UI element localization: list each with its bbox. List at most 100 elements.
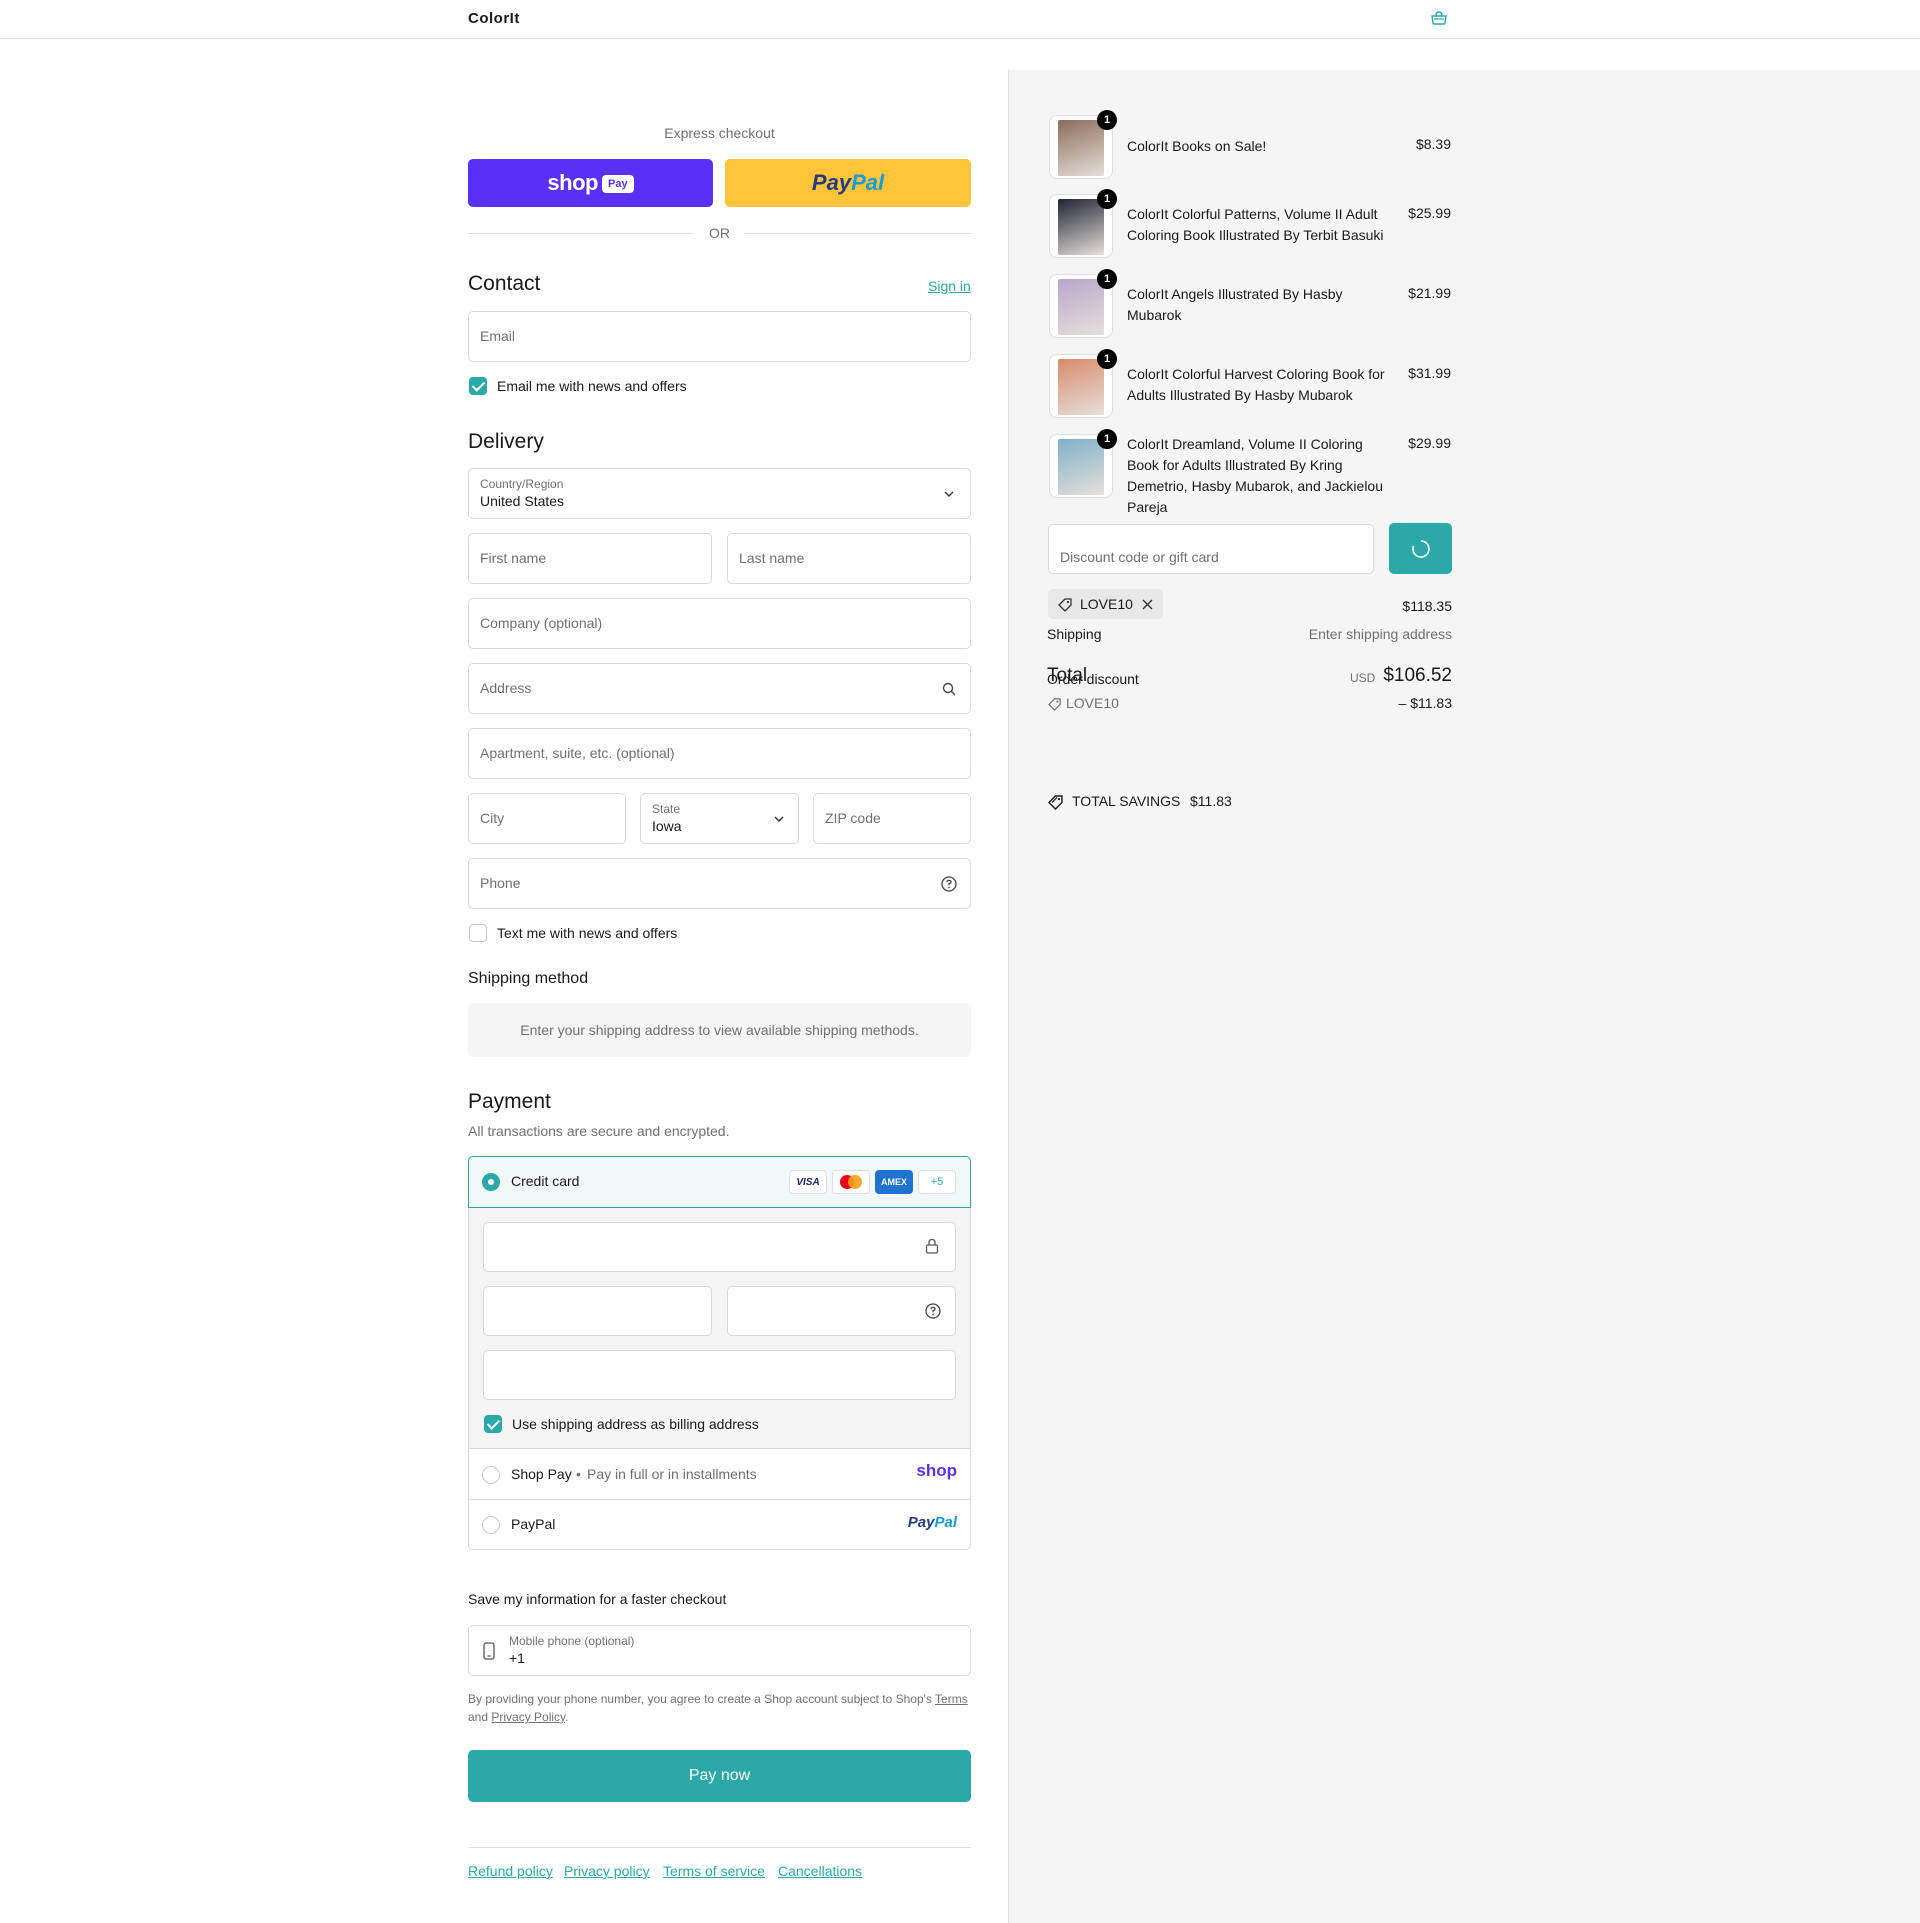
quantity-badge: 1	[1097, 429, 1117, 449]
address-field[interactable]: Address	[468, 663, 971, 714]
shop-pay-separator: •	[576, 1466, 581, 1482]
chevron-down-icon	[774, 816, 784, 822]
paypal-radio[interactable]	[482, 1516, 500, 1534]
lock-icon	[925, 1238, 939, 1254]
save-info-heading: Save my information for a faster checkou…	[468, 1591, 727, 1607]
item-name: ColorIt Colorful Harvest Coloring Book f…	[1127, 366, 1385, 403]
shop-pay-logo: shop	[547, 170, 598, 195]
credit-card-option[interactable]: Credit card VISA AMEX +5	[468, 1156, 971, 1208]
store-logo[interactable]: ColorIt	[468, 10, 520, 27]
country-value: United States	[480, 493, 565, 509]
payment-subtitle: All transactions are secure and encrypte…	[468, 1123, 730, 1139]
bag-icon[interactable]	[1430, 11, 1448, 25]
shipping-label: Shipping	[1047, 626, 1102, 642]
billing-same-label: Use shipping address as billing address	[512, 1416, 759, 1432]
site-header: ColorIt	[0, 0, 1920, 39]
mobile-phone-field[interactable]: Mobile phone (optional) +1	[468, 1625, 971, 1676]
apartment-placeholder: Apartment, suite, etc. (optional)	[480, 745, 675, 761]
paypal-option[interactable]: PayPal PayPal	[469, 1499, 970, 1549]
divider-left	[468, 233, 694, 234]
credit-card-radio[interactable]	[482, 1173, 500, 1191]
help-icon[interactable]	[925, 1303, 941, 1319]
first-name-placeholder: First name	[480, 550, 547, 566]
sign-in-link[interactable]: Sign in	[928, 278, 971, 294]
shop-pay-badge: Pay	[601, 175, 634, 193]
paypal-logo-part-b: Pal	[934, 1514, 957, 1531]
paypal-logo-part-a: Pay	[811, 170, 852, 195]
text-offers-checkbox[interactable]	[469, 924, 487, 942]
city-placeholder: City	[480, 810, 505, 826]
applied-discount-tag: LOVE10	[1048, 589, 1163, 619]
name-on-card-field[interactable]	[483, 1350, 956, 1400]
apartment-field[interactable]: Apartment, suite, etc. (optional)	[468, 728, 971, 779]
billing-same-checkbox[interactable]	[484, 1415, 502, 1433]
mastercard-icon	[832, 1170, 870, 1194]
delivery-heading: Delivery	[468, 430, 544, 453]
discount-amount: – $11.83	[1398, 695, 1452, 711]
mobile-phone-value: +1	[509, 1650, 525, 1666]
search-icon	[942, 682, 956, 696]
item-price: $29.99	[1408, 435, 1451, 451]
paypal-logo-part-b: Pal	[851, 170, 885, 195]
tag-icon	[1048, 698, 1061, 711]
card-number-field[interactable]	[483, 1222, 956, 1272]
shop-pay-label: Shop Pay	[511, 1466, 572, 1482]
address-placeholder: Address	[480, 680, 532, 696]
paypal-label: PayPal	[511, 1516, 556, 1532]
company-field[interactable]: Company (optional)	[468, 598, 971, 649]
shipping-method-heading: Shipping method	[468, 970, 589, 987]
shop-legal-text: By providing your phone number, you agre…	[468, 1690, 971, 1726]
close-icon[interactable]	[1142, 599, 1153, 610]
city-field[interactable]: City	[468, 793, 626, 844]
shop-logo: shop	[916, 1461, 957, 1480]
shop-pay-desc: Pay in full or in installments	[587, 1466, 757, 1482]
mobile-phone-label: Mobile phone (optional)	[509, 1634, 635, 1648]
item-price: $25.99	[1408, 205, 1451, 221]
phone-field[interactable]: Phone	[468, 858, 971, 909]
refund-policy-link[interactable]: Refund policy	[468, 1863, 553, 1879]
help-icon[interactable]	[941, 876, 957, 892]
text-offers-label: Text me with news and offers	[497, 925, 678, 941]
order-discount-label: Order discount	[1047, 671, 1139, 687]
country-select[interactable]: Country/Region United States	[468, 468, 971, 519]
order-summary-panel	[1008, 70, 1920, 1923]
shop-pay-button[interactable]: shop Pay	[468, 159, 713, 207]
item-price: $21.99	[1408, 285, 1451, 301]
discount-code-label: LOVE10	[1066, 695, 1119, 711]
last-name-field[interactable]: Last name	[727, 533, 971, 584]
paypal-logo-part-a: Pay	[907, 1514, 935, 1531]
expiry-field[interactable]	[483, 1286, 712, 1336]
pay-now-button[interactable]: Pay now	[468, 1750, 971, 1802]
zip-field[interactable]: ZIP code	[813, 793, 971, 844]
email-field[interactable]: Email	[468, 311, 971, 362]
cancellations-link[interactable]: Cancellations	[778, 1863, 862, 1879]
security-code-field[interactable]	[727, 1286, 956, 1336]
discount-code-field[interactable]: Discount code or gift card	[1048, 524, 1374, 574]
privacy-policy-footer-link[interactable]: Privacy policy	[564, 1863, 650, 1879]
loading-spinner-icon	[1412, 540, 1430, 558]
item-name: ColorIt Books on Sale!	[1127, 138, 1267, 154]
state-value: Iowa	[652, 818, 682, 834]
state-select[interactable]: State Iowa	[640, 793, 799, 844]
apply-discount-button[interactable]	[1389, 523, 1452, 574]
shop-pay-radio[interactable]	[482, 1466, 500, 1484]
privacy-policy-link[interactable]: Privacy Policy	[491, 1710, 565, 1724]
first-name-field[interactable]: First name	[468, 533, 712, 584]
express-checkout-title: Express checkout	[664, 125, 775, 141]
state-label: State	[652, 802, 681, 816]
terms-of-service-link[interactable]: Terms of service	[663, 1863, 765, 1879]
applied-code-label: LOVE10	[1080, 596, 1133, 612]
quantity-badge: 1	[1097, 269, 1117, 289]
shop-pay-option[interactable]: Shop Pay • Pay in full or in installment…	[469, 1448, 970, 1499]
chevron-down-icon	[944, 491, 954, 497]
quantity-badge: 1	[1097, 189, 1117, 209]
savings-tag-icon	[1048, 795, 1063, 810]
subtotal-value: $118.35	[1402, 598, 1452, 614]
divider-right	[745, 233, 971, 234]
zip-placeholder: ZIP code	[825, 810, 881, 826]
total-savings-value: $11.83	[1190, 793, 1232, 809]
email-offers-checkbox[interactable]	[469, 377, 487, 395]
shipping-methods-notice: Enter your shipping address to view avai…	[468, 1003, 971, 1057]
paypal-express-button[interactable]: Pay Pal	[725, 159, 971, 207]
terms-link[interactable]: Terms	[935, 1692, 968, 1706]
